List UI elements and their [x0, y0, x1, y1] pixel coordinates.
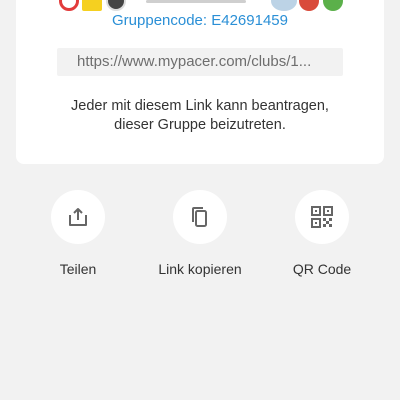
copy-link-button[interactable]: Link kopieren [140, 190, 260, 277]
member-avatar [299, 0, 319, 11]
group-code: Gruppencode: E42691459 [112, 12, 288, 29]
qr-code-label: QR Code [292, 261, 352, 277]
member-avatar [106, 0, 126, 11]
invite-link-field[interactable]: https://www.mypacer.com/clubs/1... [57, 48, 343, 76]
qr-code-icon [311, 206, 333, 228]
qr-code-button-circle[interactable] [295, 190, 349, 244]
copy-icon [192, 207, 207, 227]
share-label: Teilen [59, 261, 97, 277]
member-avatar [146, 0, 246, 3]
member-avatar [59, 0, 79, 11]
member-avatar [271, 0, 297, 11]
share-icon [69, 208, 87, 226]
copy-link-label: Link kopieren [158, 261, 242, 277]
group-invite-card: Gruppencode: E42691459 https://www.mypac… [16, 0, 384, 164]
share-button-circle[interactable] [51, 190, 105, 244]
member-avatar [82, 0, 102, 11]
share-button[interactable]: Teilen [18, 190, 138, 277]
qr-code-button[interactable]: QR Code [262, 190, 382, 277]
copy-link-button-circle[interactable] [173, 190, 227, 244]
invite-info-text: Jeder mit diesem Link kann beantragen, d… [36, 97, 364, 135]
invite-info-line: Jeder mit diesem Link kann beantragen, [71, 98, 329, 114]
invite-info-line: dieser Gruppe beizutreten. [114, 117, 286, 133]
member-avatar [323, 0, 343, 11]
